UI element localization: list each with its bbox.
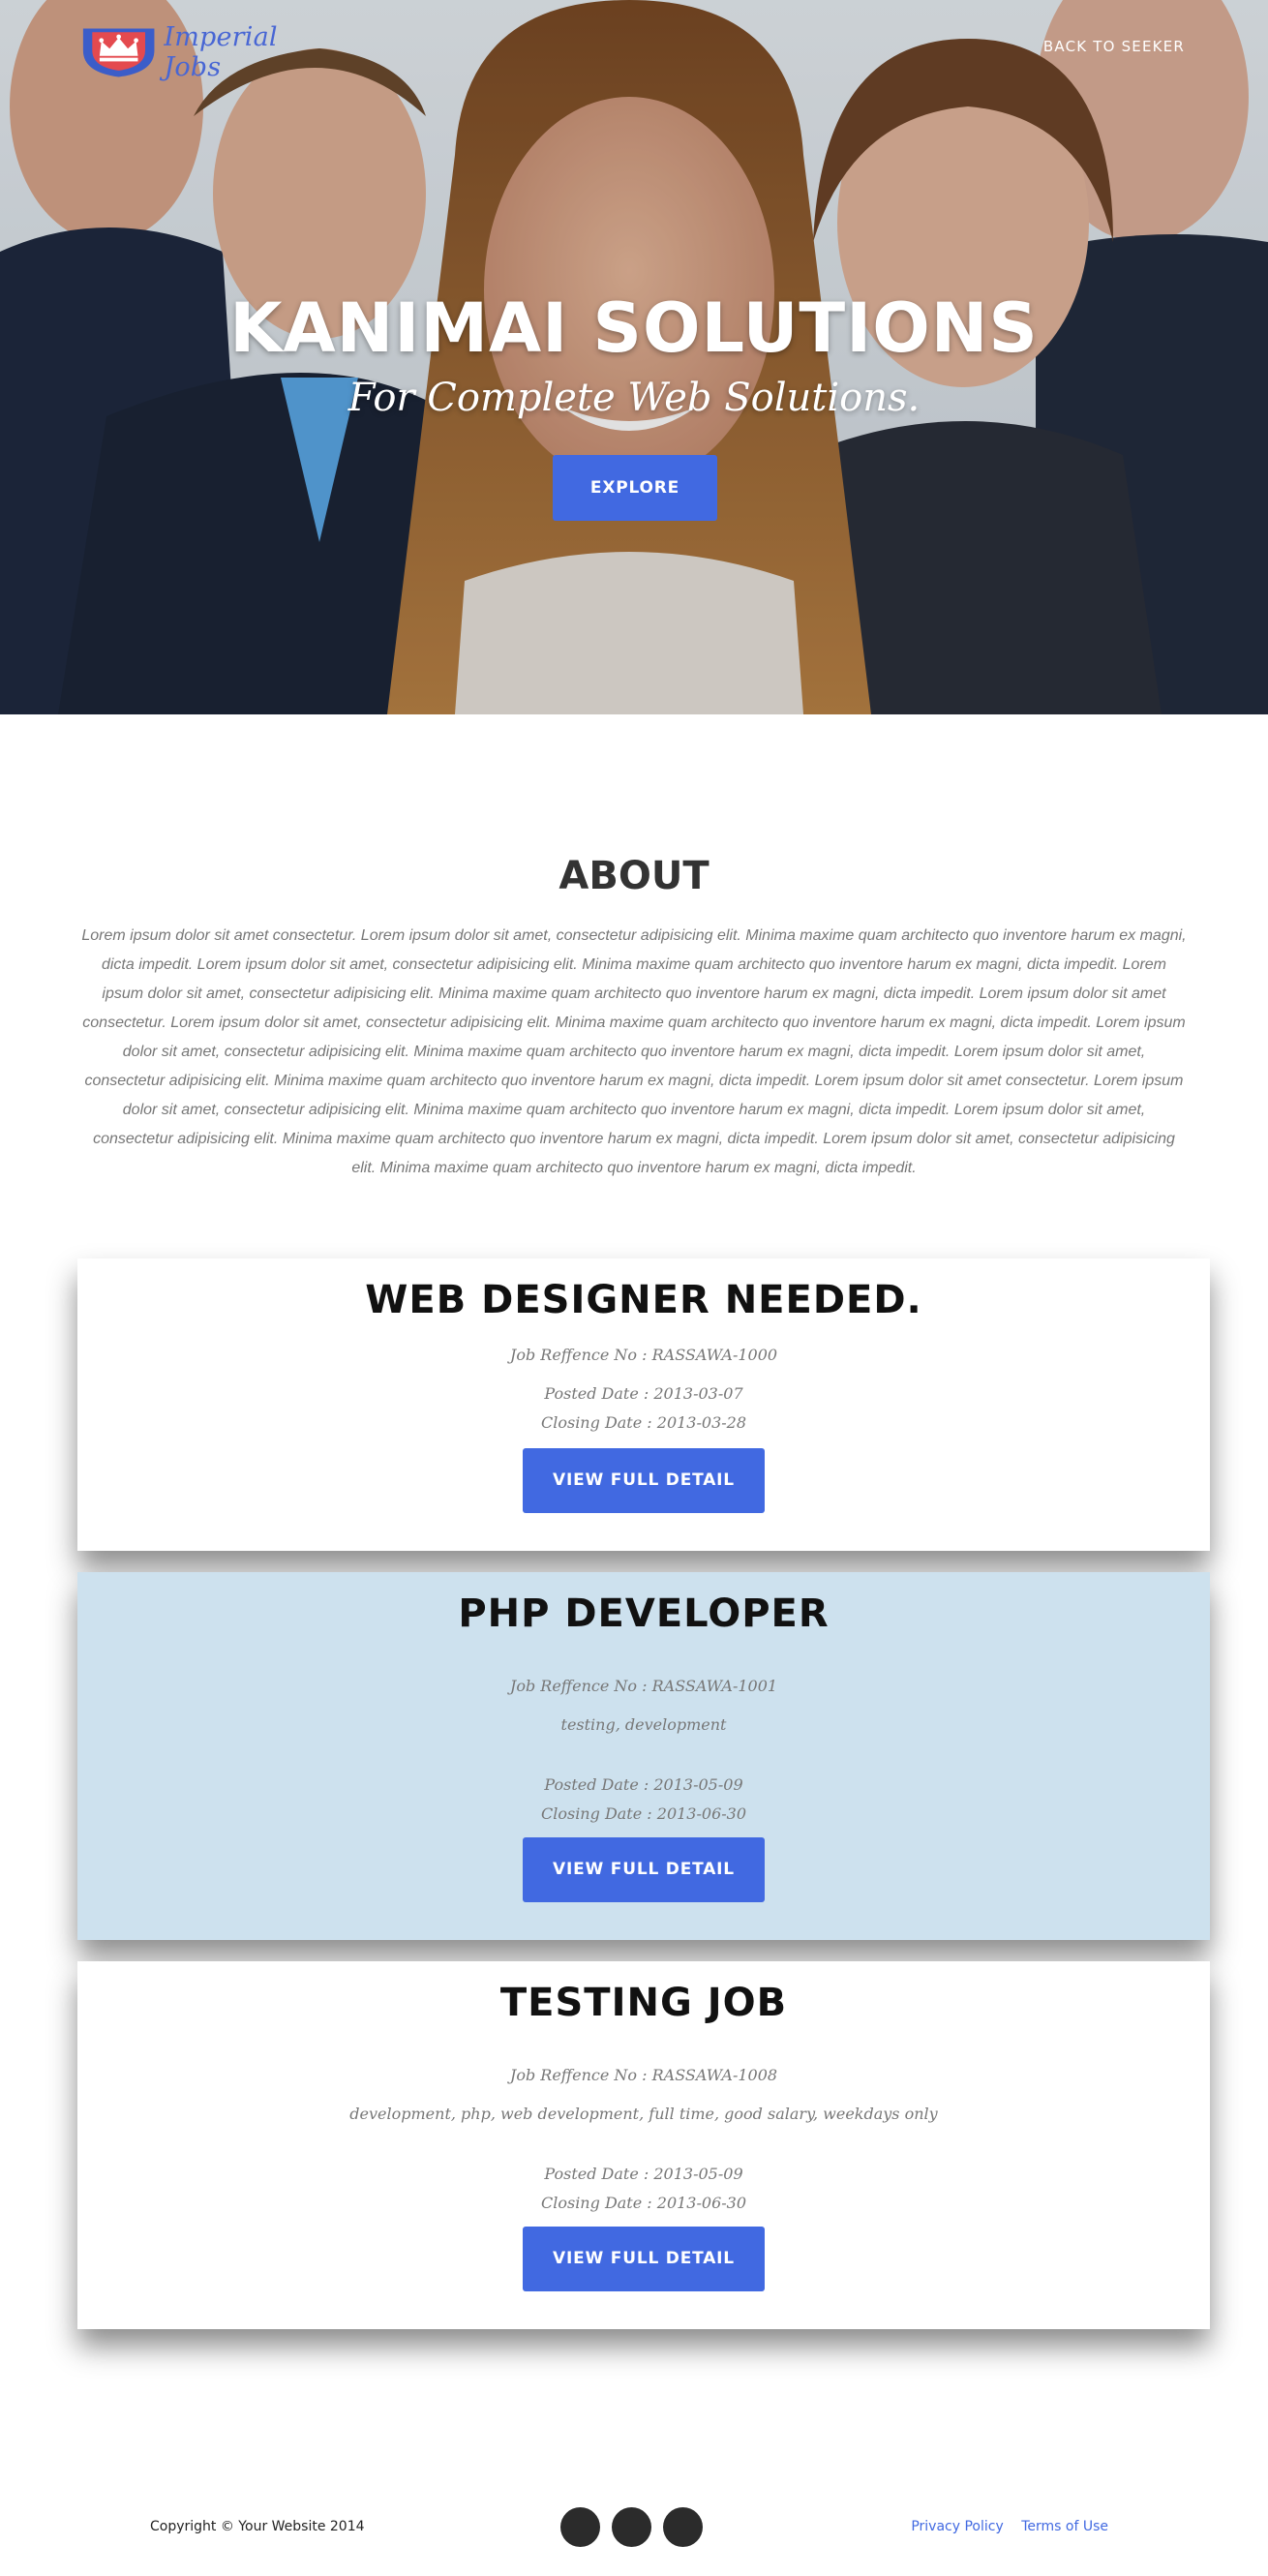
job-card: PHP DEVELOPER Job Reffence No : RASSAWA-… [77, 1572, 1210, 1940]
crown-shield-icon [82, 28, 155, 77]
privacy-policy-link[interactable]: Privacy Policy [911, 2519, 1003, 2534]
footer-links: Privacy Policy Terms of Use [897, 2519, 1108, 2534]
back-to-seeker-link[interactable]: BACK TO SEEKER [1043, 38, 1185, 55]
terms-of-use-link[interactable]: Terms of Use [1021, 2519, 1108, 2534]
job-card: WEB DESIGNER NEEDED. Job Reffence No : R… [77, 1258, 1210, 1551]
social-links [560, 2507, 703, 2547]
hero-subtitle: For Complete Web Solutions. [347, 376, 921, 420]
job-tags: testing, development [560, 1715, 727, 1734]
job-posted-date: Posted Date : 2013-05-09 [544, 1775, 743, 1794]
brand-name: Imperial Jobs [164, 22, 278, 82]
job-reference: Job Reffence No : RASSAWA-1008 [509, 2066, 778, 2084]
job-title: WEB DESIGNER NEEDED. [365, 1278, 922, 1322]
view-full-detail-button[interactable]: VIEW FULL DETAIL [523, 1837, 765, 1902]
copyright-text: Copyright © Your Website 2014 [150, 2519, 365, 2534]
view-full-detail-button[interactable]: VIEW FULL DETAIL [523, 1448, 765, 1513]
job-title: PHP DEVELOPER [458, 1591, 830, 1636]
job-reference: Job Reffence No : RASSAWA-1000 [509, 1346, 778, 1364]
social-circle-icon[interactable] [560, 2507, 600, 2547]
job-card: TESTING JOB Job Reffence No : RASSAWA-10… [77, 1961, 1210, 2329]
job-tags: development, php, web development, full … [349, 2105, 938, 2123]
job-posted-date: Posted Date : 2013-05-09 [544, 2165, 743, 2183]
about-title: ABOUT [559, 854, 709, 898]
hero-section: Imperial Jobs BACK TO SEEKER KANIMAI SOL… [0, 0, 1268, 714]
site-logo[interactable]: Imperial Jobs [81, 22, 333, 82]
social-circle-icon[interactable] [663, 2507, 703, 2547]
hero-title: KANIMAI SOLUTIONS [229, 288, 1039, 368]
view-full-detail-button[interactable]: VIEW FULL DETAIL [523, 2227, 765, 2291]
job-title: TESTING JOB [499, 1981, 788, 2025]
social-circle-icon[interactable] [612, 2507, 651, 2547]
job-posted-date: Posted Date : 2013-03-07 [544, 1384, 743, 1403]
job-closing-date: Closing Date : 2013-03-28 [540, 1413, 747, 1432]
job-closing-date: Closing Date : 2013-06-30 [540, 2194, 747, 2212]
explore-button[interactable]: EXPLORE [553, 455, 717, 521]
job-reference: Job Reffence No : RASSAWA-1001 [509, 1677, 778, 1695]
job-closing-date: Closing Date : 2013-06-30 [540, 1804, 747, 1823]
about-text: Lorem ipsum dolor sit amet consectetur. … [81, 927, 1187, 1176]
